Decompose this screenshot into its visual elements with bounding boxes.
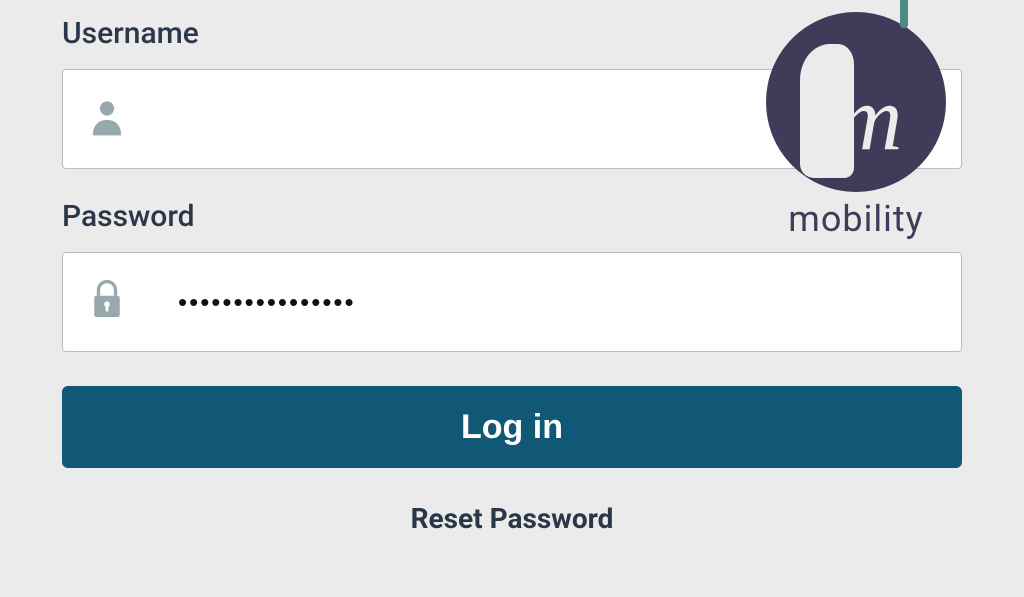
logo-text: mobility: [736, 198, 976, 240]
logo-letter: m: [836, 72, 902, 164]
logo-circle: m: [766, 12, 946, 192]
brand-logo: m mobility: [736, 12, 976, 240]
logo-antenna: [900, 0, 908, 28]
password-input[interactable]: [62, 252, 962, 352]
user-icon: [90, 98, 124, 140]
reset-password-link[interactable]: Reset Password: [62, 502, 962, 535]
lock-icon: [90, 280, 124, 324]
login-button[interactable]: Log in: [62, 386, 962, 468]
password-field-wrap: [62, 252, 962, 352]
